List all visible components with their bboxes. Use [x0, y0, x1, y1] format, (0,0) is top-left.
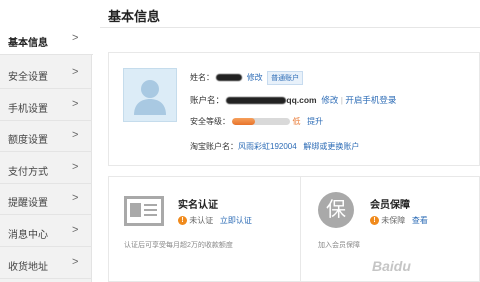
taobao-account-name: 风雨彩虹192004 [238, 142, 297, 151]
sidebar-item-payment-methods[interactable]: 支付方式 > [0, 153, 92, 184]
view-protection-link[interactable]: 查看 [412, 216, 428, 225]
id-card-icon [124, 196, 164, 226]
member-protection-icon: 保 [318, 192, 354, 228]
chevron-right-icon: > [72, 129, 79, 141]
sidebar-item-label: 提醒设置 [8, 198, 48, 209]
taobao-label: 淘宝账户名： [190, 142, 238, 151]
account-label: 账户名： [190, 95, 225, 105]
verification-status-row: ! 未认证 立即认证 [178, 215, 252, 226]
taobao-row: 淘宝账户名：风雨彩虹192004 解绑或更换账户 [190, 141, 359, 152]
sidebar-item-reminder-settings[interactable]: 提醒设置 > [0, 184, 92, 215]
sidebar-item-label: 基本信息 [8, 38, 48, 49]
redacted-account [226, 97, 287, 105]
upgrade-security-link[interactable]: 提升 [307, 117, 323, 126]
verification-status: 未认证 [189, 216, 214, 225]
sidebar-item-security-settings[interactable]: 安全设置 > [0, 58, 92, 89]
security-row: 安全等级： 低 提升 [190, 116, 323, 127]
sidebar-item-shipping-address[interactable]: 收货地址 > [0, 248, 92, 279]
sidebar-item-label: 收货地址 [8, 262, 48, 273]
verification-description: 认证后可享受每月超2万的收款额度 [124, 242, 233, 249]
protection-status-row: ! 未保障 查看 [370, 215, 428, 226]
security-label: 安全等级： [190, 117, 230, 126]
title-divider [100, 27, 480, 28]
name-label: 姓名： [190, 73, 214, 82]
edit-name-link[interactable]: 修改 [247, 73, 263, 82]
sidebar-item-label: 额度设置 [8, 135, 48, 146]
chevron-right-icon: > [72, 256, 79, 268]
sidebar: 基本信息 > 安全设置 > 手机设置 > 额度设置 > 支付方式 > 提醒设置 … [0, 24, 93, 282]
sidebar-item-basic-info[interactable]: 基本信息 > [0, 24, 93, 55]
avatar[interactable] [123, 68, 177, 122]
security-level-bar [232, 118, 291, 126]
protection-status: 未保障 [381, 216, 406, 225]
separator: | [340, 95, 343, 105]
redacted-name [216, 74, 243, 82]
sidebar-item-label: 支付方式 [8, 167, 48, 178]
warning-icon: ! [370, 216, 379, 226]
verify-now-link[interactable]: 立即认证 [220, 216, 252, 225]
warning-icon: ! [178, 216, 187, 226]
sidebar-item-label: 消息中心 [8, 230, 48, 241]
user-silhouette-icon [134, 80, 166, 115]
chevron-right-icon: > [72, 192, 79, 204]
account-type-badge: 普通账户 [267, 71, 304, 85]
name-row: 姓名： 修改 普通账户 [190, 71, 304, 85]
account-suffix: qq.com [286, 95, 317, 105]
chevron-right-icon: > [72, 98, 79, 110]
protection-description: 加入会员保障 [318, 242, 360, 249]
edit-account-link[interactable]: 修改 [321, 95, 338, 105]
page-title: 基本信息 [108, 9, 161, 24]
sidebar-item-phone-settings[interactable]: 手机设置 > [0, 90, 92, 121]
sidebar-item-label: 手机设置 [8, 104, 48, 115]
bind-taobao-link[interactable]: 解绑或更换账户 [303, 142, 359, 151]
chevron-right-icon: > [72, 161, 79, 173]
chevron-right-icon: > [72, 224, 79, 236]
protection-title: 会员保障 [370, 200, 410, 211]
sidebar-item-label: 安全设置 [8, 72, 48, 83]
services-divider [300, 176, 301, 282]
verification-title: 实名认证 [178, 200, 218, 211]
chevron-right-icon: > [72, 66, 79, 78]
sidebar-item-message-center[interactable]: 消息中心 > [0, 216, 92, 247]
chevron-right-icon: > [72, 32, 79, 44]
sidebar-item-limit-settings[interactable]: 额度设置 > [0, 121, 92, 152]
enable-phone-login-link[interactable]: 开启手机登录 [345, 95, 396, 105]
services-card [108, 176, 480, 282]
security-level-fill [232, 118, 256, 126]
account-row: 账户名： qq.com 修改 | 开启手机登录 [190, 94, 396, 106]
security-level-text: 低 [292, 117, 301, 126]
baidu-watermark: Baidu [372, 258, 411, 274]
